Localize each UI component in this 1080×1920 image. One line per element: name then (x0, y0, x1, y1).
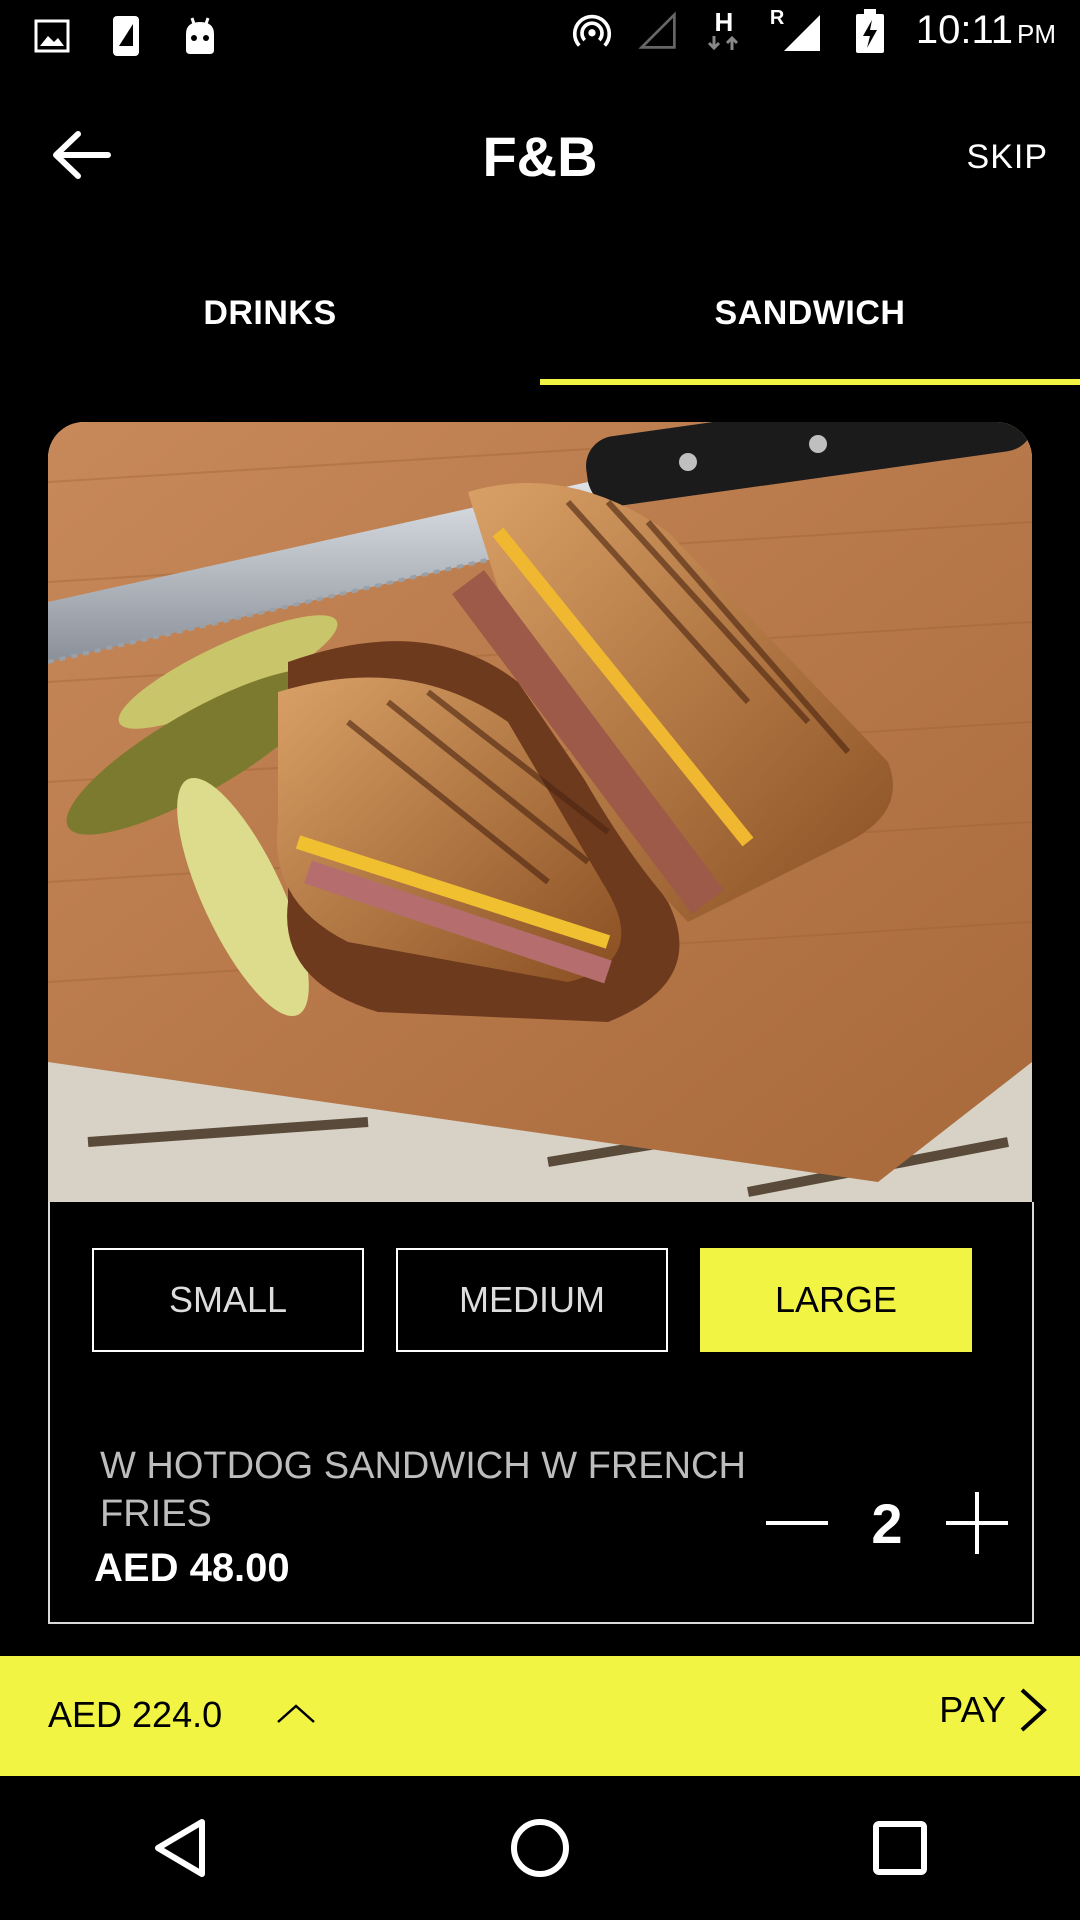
chevron-right-icon (1020, 1688, 1047, 1732)
item-price: AED 48.00 (94, 1546, 290, 1590)
size-selector: SMALL MEDIUM LARGE (92, 1248, 972, 1352)
item-name: W HOTDOG SANDWICH W FRENCH FRIES (100, 1445, 746, 1535)
nav-back-icon (155, 1819, 205, 1877)
system-nav-bar (0, 1776, 1080, 1920)
product-image (48, 422, 1032, 1202)
pay-button[interactable]: PAY (939, 1686, 1048, 1734)
clock-ampm: PM (1017, 19, 1056, 49)
quantity-value: 2 (871, 1491, 903, 1555)
signal-icon: R (769, 6, 824, 53)
battery-charging-icon (850, 8, 890, 53)
size-medium-button[interactable]: MEDIUM (396, 1248, 668, 1352)
tab-sandwich[interactable]: SANDWICH (540, 270, 1080, 385)
image-icon (32, 14, 72, 58)
decrease-quantity-button[interactable] (762, 1488, 832, 1558)
size-small-button[interactable]: SMALL (92, 1248, 364, 1352)
minus-icon (766, 1521, 828, 1525)
page-title: F&B (482, 125, 598, 188)
app-bar: F&B SKIP (0, 110, 1080, 200)
quantity-stepper: 2 (762, 1488, 1012, 1558)
hotspot-icon (572, 9, 612, 53)
expand-summary-button[interactable] (276, 1698, 316, 1728)
signal-empty-icon (638, 9, 678, 53)
sim-icon (106, 14, 146, 58)
android-icon (180, 14, 220, 58)
order-total: AED 224.0 (48, 1694, 223, 1735)
plus-icon (946, 1492, 1008, 1554)
status-bar: H R 10:11 PM (0, 0, 1080, 76)
checkout-bar: AED 224.0 PAY (0, 1656, 1080, 1776)
nav-recents-icon (873, 1821, 927, 1875)
category-tabs: DRINKS SANDWICH (0, 270, 1080, 385)
clock-time: 10:11 (915, 8, 1013, 52)
product-options: SMALL MEDIUM LARGE W HOTDOG SANDWICH W F… (48, 1202, 1034, 1624)
nav-recents-button[interactable] (855, 1803, 945, 1893)
roaming-letter: R (769, 6, 785, 29)
size-large-button[interactable]: LARGE (700, 1248, 972, 1352)
increase-quantity-button[interactable] (942, 1488, 1012, 1558)
product-card: SMALL MEDIUM LARGE W HOTDOG SANDWICH W F… (48, 422, 1034, 1624)
nav-home-button[interactable] (495, 1803, 585, 1893)
pay-label: PAY (939, 1689, 1006, 1730)
notification-icons (32, 14, 220, 58)
network-type-icon: H (704, 9, 744, 53)
skip-button[interactable]: SKIP (967, 138, 1048, 177)
nav-back-button[interactable] (135, 1803, 225, 1893)
tab-drinks[interactable]: DRINKS (0, 270, 540, 385)
system-icons: H R 10:11 PM (572, 6, 1056, 53)
nav-home-icon (511, 1819, 569, 1877)
network-letter: H (714, 6, 734, 37)
chevron-up-icon (277, 1704, 315, 1723)
clock: 10:11 PM (916, 8, 1056, 53)
